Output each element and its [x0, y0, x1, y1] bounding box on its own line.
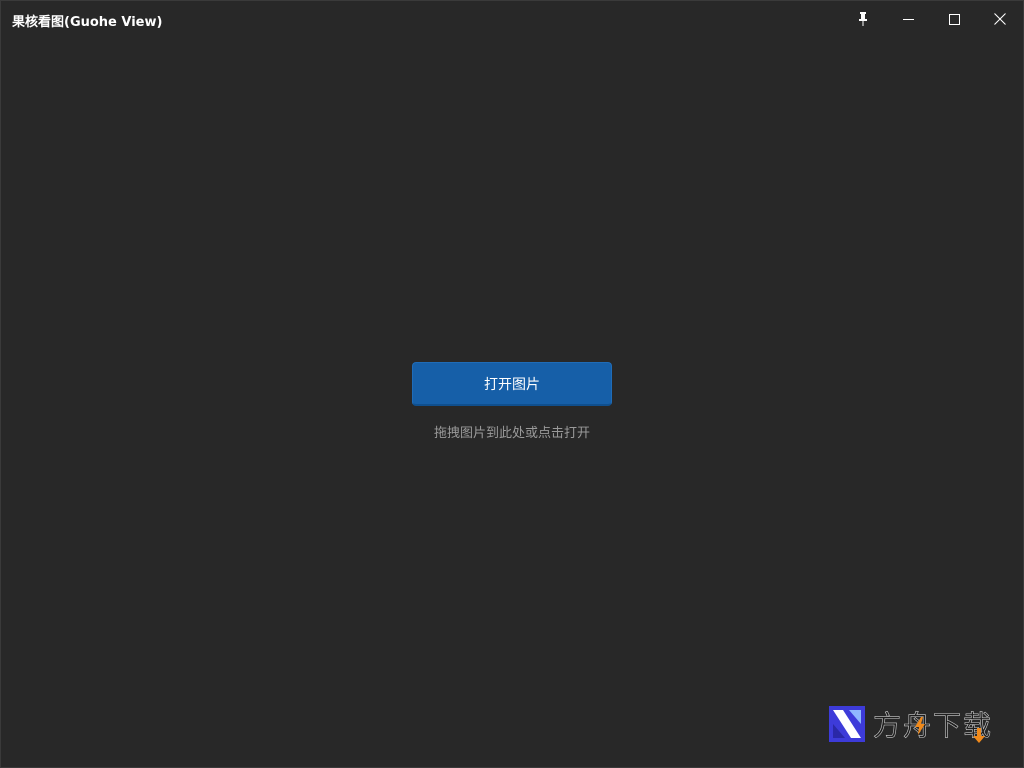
app-window: 果核看图(Guohe View) 打开图片 拖拽图片到此处或点击打开 方舟下载	[0, 0, 1024, 768]
maximize-button[interactable]	[931, 1, 977, 37]
pin-icon	[857, 12, 869, 26]
drop-hint-text: 拖拽图片到此处或点击打开	[433, 426, 590, 441]
watermark-logo-icon	[829, 706, 865, 742]
title-bar[interactable]: 果核看图(Guohe View)	[1, 1, 1023, 37]
watermark-download-icon	[973, 728, 985, 743]
watermark: 方舟下载	[829, 704, 993, 744]
pin-button[interactable]	[841, 1, 885, 37]
drop-zone[interactable]: 打开图片 拖拽图片到此处或点击打开	[1, 37, 1023, 767]
window-title: 果核看图(Guohe View)	[12, 15, 163, 30]
close-icon	[994, 13, 1006, 25]
maximize-icon	[948, 13, 960, 25]
minimize-button[interactable]	[885, 1, 931, 37]
window-controls	[841, 1, 1023, 37]
minimize-icon	[902, 14, 914, 25]
close-button[interactable]	[977, 1, 1023, 37]
open-image-button[interactable]: 打开图片	[412, 362, 612, 406]
watermark-bolt-icon	[915, 717, 925, 735]
